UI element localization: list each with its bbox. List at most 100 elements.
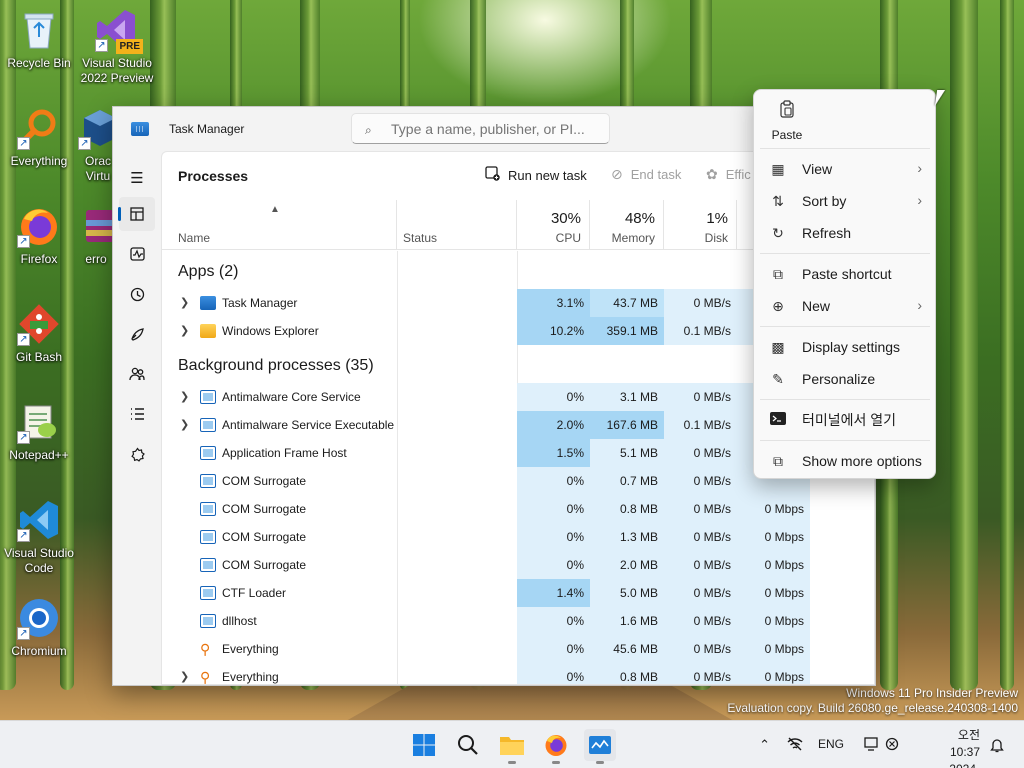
desktop-icon-notepadpp[interactable]: ↗ Notepad++ — [0, 400, 78, 463]
nav-services[interactable] — [119, 437, 155, 471]
column-header-disk[interactable]: 1% Disk — [664, 200, 737, 250]
chevron-right-icon[interactable]: ❯ — [180, 324, 189, 337]
nav-users[interactable] — [119, 357, 155, 391]
network-cell: 0 Mbps — [737, 523, 810, 551]
firefox-icon — [545, 735, 567, 756]
menu-item-paste-shortcut[interactable]: ⧉ Paste shortcut — [760, 259, 930, 289]
desktop-icon-firefox[interactable]: ↗ Firefox — [0, 204, 78, 267]
vscode-icon: ↗ — [17, 498, 61, 542]
input-language[interactable]: ENG — [818, 737, 844, 751]
chevron-right-icon[interactable]: ❯ — [180, 670, 189, 683]
disk-cell: 0 MB/s — [664, 663, 737, 684]
terminal-icon — [768, 412, 788, 428]
desktop-icon-everything[interactable]: ↗ Everything — [0, 106, 78, 169]
chevron-right-icon[interactable]: ❯ — [180, 418, 189, 431]
process-name: Task Manager — [222, 296, 298, 310]
start-button[interactable] — [408, 729, 440, 761]
desktop-icon-visual-studio-preview[interactable]: PRE ↗ Visual Studio 2022 Preview — [78, 8, 156, 86]
table-row[interactable]: COM Surrogate 0% 1.3 MB 0 MB/s 0 Mbps — [162, 523, 862, 551]
process-name: Antimalware Service Executable — [222, 418, 395, 432]
menu-item-refresh[interactable]: ↻ Refresh — [760, 218, 930, 248]
nav-processes[interactable] — [118, 197, 155, 231]
menu-item-sort-by[interactable]: ⇅ Sort by › — [760, 186, 930, 216]
network-cell: 0 Mbps — [737, 579, 810, 607]
menu-item-display-settings[interactable]: ▩ Display settings — [760, 332, 930, 362]
nav-performance[interactable] — [119, 237, 155, 271]
cpu-total: 30% — [550, 210, 581, 227]
everything-search-icon: ⚲ — [200, 669, 211, 685]
menu-item-label: Sort by — [802, 193, 847, 209]
chevron-right-icon[interactable]: ❯ — [180, 390, 189, 403]
task-manager-icon — [589, 736, 611, 754]
hamburger-menu-button[interactable]: ☰ — [119, 161, 155, 195]
chromium-icon: ↗ — [17, 596, 61, 640]
cpu-cell: 0% — [517, 663, 590, 684]
table-row[interactable]: COM Surrogate 0% 0.8 MB 0 MB/s 0 Mbps — [162, 495, 862, 523]
cpu-cell: 1.5% — [517, 439, 590, 467]
column-header-name[interactable]: ▲ Name — [162, 200, 397, 250]
search-icon: ⌕ — [365, 122, 372, 137]
nav-details[interactable] — [119, 397, 155, 431]
desktop-icon-label: Firefox — [20, 252, 58, 266]
efficiency-mode-button[interactable]: ✿ Effic — [706, 166, 751, 183]
taskbar-file-explorer[interactable] — [496, 729, 528, 764]
efficiency-label: Effic — [725, 167, 751, 182]
desktop-icon-git-bash[interactable]: ↗ Git Bash — [0, 302, 78, 365]
clock[interactable]: 오전 10:37 2024-07-10 — [949, 727, 980, 768]
search-box[interactable]: ⌕ — [351, 113, 610, 144]
firefox-icon: ↗ — [17, 204, 61, 248]
network-offline-icon[interactable] — [786, 737, 804, 754]
chevron-up-icon[interactable]: ⌃ — [759, 737, 770, 753]
menu-item-view[interactable]: ▦ View › — [760, 154, 930, 184]
task-manager-icon — [131, 122, 149, 136]
column-label: Name — [178, 231, 211, 245]
table-row[interactable]: COM Surrogate 0% 2.0 MB 0 MB/s 0 Mbps — [162, 551, 862, 579]
process-name: Everything — [222, 642, 279, 656]
desktop-icon-recycle-bin[interactable]: Recycle Bin — [0, 8, 78, 71]
network-cell: 0 Mbps — [737, 495, 810, 523]
desktop-icon-chromium[interactable]: ↗ Chromium — [0, 596, 78, 659]
search-input[interactable] — [391, 120, 601, 137]
run-new-task-button[interactable]: Run new task — [485, 166, 587, 184]
menu-item-open-in-terminal[interactable]: 터미널에서 열기 — [760, 405, 930, 435]
nav-app-history[interactable] — [119, 277, 155, 311]
desktop-icon-vscode[interactable]: ↗ Visual Studio Code — [0, 498, 78, 576]
shortcut-arrow-icon: ↗ — [17, 431, 30, 444]
paste-shortcut-icon: ⧉ — [773, 265, 783, 282]
cpu-cell: 0% — [517, 551, 590, 579]
desktop-icon-erro[interactable]: erro — [78, 204, 114, 267]
taskbar-firefox[interactable] — [540, 729, 572, 764]
service-icon — [200, 614, 216, 628]
disk-cell: 0 MB/s — [664, 635, 737, 663]
volume-muted-icon[interactable] — [884, 737, 900, 754]
service-icon — [200, 530, 216, 544]
menu-item-personalize[interactable]: ✎ Personalize — [760, 364, 930, 394]
table-row[interactable]: dllhost 0% 1.6 MB 0 MB/s 0 Mbps — [162, 607, 862, 635]
end-task-label: End task — [630, 167, 682, 182]
users-icon — [129, 367, 145, 381]
table-row[interactable]: ⚲ Everything 0% 45.6 MB 0 MB/s 0 Mbps — [162, 635, 862, 663]
taskbar-search-button[interactable] — [452, 729, 484, 761]
chevron-right-icon[interactable]: ❯ — [180, 296, 189, 309]
taskbar-task-manager[interactable] — [584, 729, 616, 764]
everything-search-icon: ⚲ — [200, 641, 211, 657]
column-header-status[interactable]: Status — [397, 200, 517, 250]
end-task-button[interactable]: ⊘ End task — [611, 166, 681, 183]
personalize-brush-icon: ✎ — [772, 370, 784, 387]
services-icon — [130, 446, 145, 462]
column-header-memory[interactable]: 48% Memory — [590, 200, 664, 250]
table-row[interactable]: ❯ ⚲ Everything 0% 0.8 MB 0 MB/s 0 Mbps — [162, 663, 862, 685]
display-icon[interactable] — [864, 737, 880, 754]
memory-cell: 1.3 MB — [590, 523, 664, 551]
paste-button[interactable]: Paste — [764, 96, 810, 144]
notification-bell-icon[interactable] — [990, 737, 1004, 756]
menu-item-new[interactable]: ⊕ New › — [760, 291, 930, 321]
memory-cell: 2.0 MB — [590, 551, 664, 579]
desktop-icon-label: Chromium — [11, 644, 67, 658]
column-header-cpu[interactable]: 30% CPU — [517, 200, 590, 250]
menu-item-show-more-options[interactable]: ⧉ Show more options — [760, 446, 930, 476]
wallpaper-stalk — [1000, 0, 1014, 690]
table-row[interactable]: CTF Loader 1.4% 5.0 MB 0 MB/s 0 Mbps — [162, 579, 862, 607]
memory-cell: 3.1 MB — [590, 383, 664, 411]
nav-startup-apps[interactable] — [119, 317, 155, 351]
